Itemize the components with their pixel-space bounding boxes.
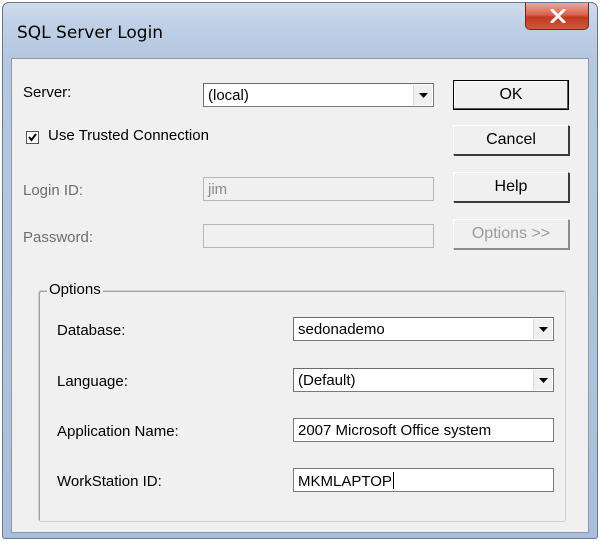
login-id-label: Login ID:: [23, 182, 84, 199]
database-combo[interactable]: sedonademo: [293, 317, 554, 341]
database-value: sedonademo: [298, 321, 385, 338]
server-combo[interactable]: (local): [203, 83, 434, 107]
login-id-value: jim: [208, 181, 228, 198]
help-button[interactable]: Help: [453, 172, 569, 202]
chevron-down-icon: [419, 93, 428, 98]
password-field[interactable]: [203, 224, 434, 248]
application-name-value: 2007 Microsoft Office system: [298, 422, 492, 439]
sql-server-login-dialog: SQL Server Login Server: (local) Use Tru…: [2, 2, 598, 539]
close-button[interactable]: [525, 3, 589, 30]
dialog-client-area: Server: (local) Use Trusted Connection L…: [11, 58, 589, 533]
checkmark-icon: [28, 133, 37, 142]
server-label: Server:: [23, 84, 72, 101]
workstation-id-field[interactable]: MKMLAPTOP: [293, 468, 554, 492]
cancel-button[interactable]: Cancel: [453, 125, 569, 155]
language-dropdown-button[interactable]: [533, 370, 552, 390]
application-name-label: Application Name:: [57, 423, 179, 440]
close-icon: [550, 9, 566, 23]
server-value: (local): [208, 87, 249, 104]
language-combo[interactable]: (Default): [293, 368, 554, 392]
trusted-connection-label[interactable]: Use Trusted Connection: [48, 127, 209, 144]
trusted-connection-checkbox[interactable]: [26, 131, 39, 144]
language-value: (Default): [298, 372, 356, 389]
ok-button[interactable]: OK: [453, 80, 569, 110]
database-label: Database:: [57, 322, 126, 339]
application-name-field[interactable]: 2007 Microsoft Office system: [293, 418, 554, 442]
workstation-id-label: WorkStation ID:: [57, 473, 162, 490]
text-cursor: [392, 472, 394, 489]
workstation-id-value: MKMLAPTOP: [298, 473, 392, 490]
password-label: Password:: [23, 229, 94, 246]
options-button[interactable]: Options >>: [453, 219, 569, 249]
language-label: Language:: [57, 373, 128, 390]
database-dropdown-button[interactable]: [533, 319, 552, 339]
login-id-field[interactable]: jim: [203, 177, 434, 201]
title-bar: SQL Server Login: [3, 3, 597, 59]
chevron-down-icon: [539, 378, 548, 383]
options-group-legend: Options: [47, 281, 103, 298]
window-title: SQL Server Login: [17, 23, 164, 43]
server-dropdown-button[interactable]: [413, 85, 432, 105]
chevron-down-icon: [539, 327, 548, 332]
